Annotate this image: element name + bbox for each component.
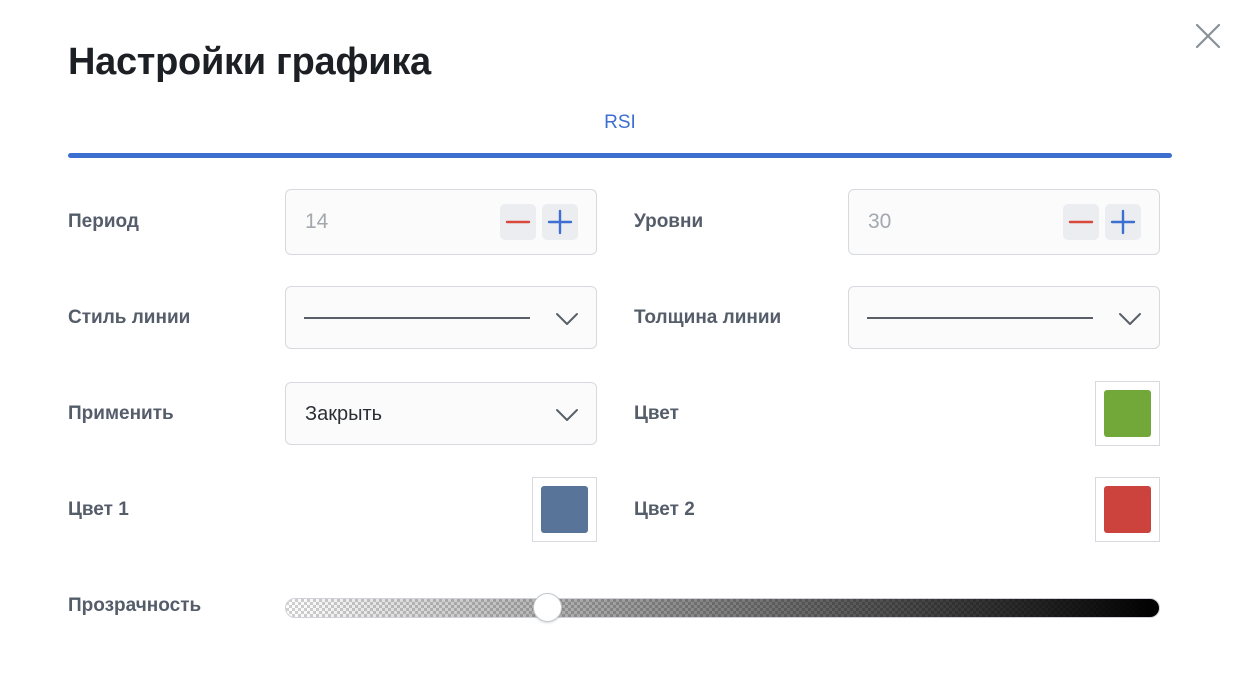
line-width-label: Толщина линии <box>634 307 782 328</box>
apply-dropdown[interactable]: Закрыть <box>285 382 597 445</box>
minus-icon <box>505 220 531 224</box>
period-label: Период <box>68 211 139 232</box>
apply-selected-value: Закрыть <box>305 403 383 425</box>
plus-icon <box>1110 209 1136 235</box>
transparency-slider-thumb[interactable] <box>533 593 562 622</box>
color-label: Цвет <box>634 403 679 424</box>
minus-icon <box>1068 220 1094 224</box>
levels-stepper: 30 <box>848 189 1160 255</box>
line-width-preview <box>867 317 1093 319</box>
plus-icon <box>547 209 573 235</box>
period-increment-button[interactable] <box>542 204 578 240</box>
color1-label: Цвет 1 <box>68 499 129 520</box>
color2-swatch <box>1104 486 1151 533</box>
apply-label: Применить <box>68 403 174 424</box>
line-style-preview <box>304 317 530 319</box>
tab-active-indicator <box>68 153 1172 158</box>
period-value[interactable]: 14 <box>305 210 328 234</box>
levels-label: Уровни <box>634 211 704 232</box>
line-style-label: Стиль линии <box>68 307 191 328</box>
chevron-down-icon <box>1117 306 1143 332</box>
chevron-down-icon <box>554 402 580 428</box>
line-style-dropdown[interactable] <box>285 286 597 349</box>
dialog-title: Настройки графика <box>68 41 431 83</box>
close-button[interactable] <box>1192 20 1224 52</box>
tab-rsi[interactable]: RSI <box>68 108 1172 140</box>
color1-picker[interactable] <box>532 477 597 542</box>
chevron-down-icon <box>554 306 580 332</box>
color2-picker[interactable] <box>1095 477 1160 542</box>
levels-increment-button[interactable] <box>1105 204 1141 240</box>
line-width-dropdown[interactable] <box>848 286 1160 349</box>
color2-label: Цвет 2 <box>634 499 695 520</box>
period-decrement-button[interactable] <box>500 204 536 240</box>
transparency-slider-track[interactable] <box>285 598 1160 618</box>
color-swatch <box>1104 390 1151 437</box>
transparency-label: Прозрачность <box>68 595 202 616</box>
levels-value[interactable]: 30 <box>868 210 891 234</box>
period-stepper: 14 <box>285 189 597 255</box>
color-picker[interactable] <box>1095 381 1160 446</box>
levels-decrement-button[interactable] <box>1063 204 1099 240</box>
color1-swatch <box>541 486 588 533</box>
close-icon <box>1195 23 1221 49</box>
